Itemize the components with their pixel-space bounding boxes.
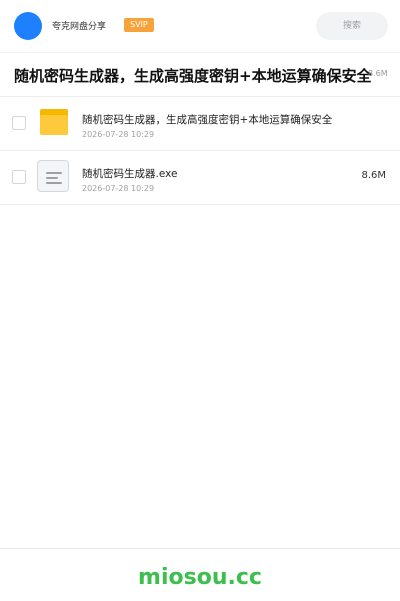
file-time: 2026-07-28 10:29 bbox=[82, 184, 155, 193]
search-button[interactable]: 搜索 bbox=[316, 12, 388, 40]
page-title: 随机密码生成器，生成高强度密钥+本地运算确保安全 bbox=[14, 67, 372, 85]
site-name: 夸克网盘分享 bbox=[52, 22, 107, 32]
vip-badge: SVIP bbox=[124, 18, 154, 32]
share-title-row: 随机密码生成器，生成高强度密钥+本地运算确保安全 bbox=[0, 52, 400, 97]
folder-icon bbox=[40, 109, 68, 135]
item-checkbox[interactable] bbox=[12, 170, 26, 184]
file-name[interactable]: 随机密码生成器，生成高强度密钥+本地运算确保安全 bbox=[82, 112, 332, 127]
brand-logo[interactable]: miosou.cc bbox=[0, 565, 400, 590]
footer: miosou.cc bbox=[0, 548, 400, 601]
file-time: 2026-07-28 10:29 bbox=[82, 130, 155, 139]
list-item[interactable]: 随机密码生成器，生成高强度密钥+本地运算确保安全 2026-07-28 10:2… bbox=[0, 96, 400, 151]
file-name[interactable]: 随机密码生成器.exe bbox=[82, 166, 177, 181]
list-item[interactable]: 随机密码生成器.exe 2026-07-28 10:29 8.6M bbox=[0, 150, 400, 205]
avatar[interactable] bbox=[14, 12, 42, 40]
file-size: 8.6M bbox=[361, 170, 386, 181]
header: 夸克网盘分享 SVIP 搜索 bbox=[0, 0, 400, 53]
item-checkbox[interactable] bbox=[12, 116, 26, 130]
file-icon bbox=[37, 160, 69, 192]
share-size: 8.6M bbox=[368, 69, 388, 78]
